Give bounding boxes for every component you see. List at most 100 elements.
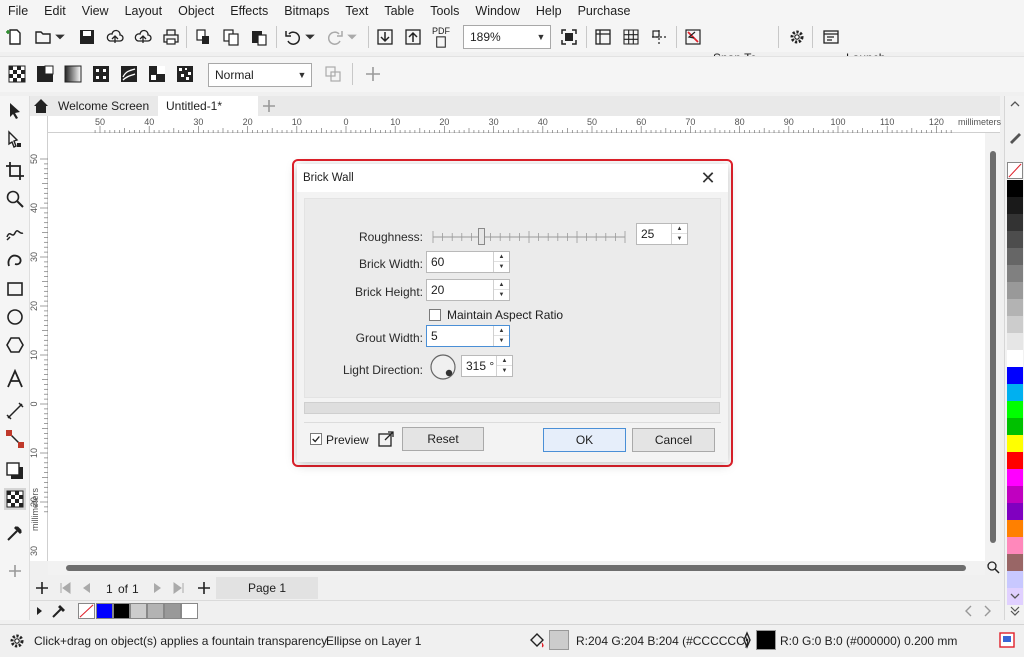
save-icon[interactable]	[76, 26, 98, 48]
add-tool-plus-icon[interactable]	[4, 560, 26, 582]
connector-tool-icon[interactable]	[4, 428, 26, 450]
maintain-aspect-ratio-checkbox[interactable]	[429, 309, 441, 321]
roughness-slider-thumb[interactable]	[477, 228, 485, 245]
maintain-aspect-ratio-label[interactable]: Maintain Aspect Ratio	[447, 308, 563, 322]
palette-scroll-up-icon[interactable]	[1009, 98, 1021, 110]
palette-swatch[interactable]	[1007, 401, 1023, 418]
cloud-share-icon[interactable]	[132, 26, 154, 48]
first-page-icon[interactable]	[58, 581, 72, 595]
fill-color-swatch[interactable]	[549, 630, 569, 650]
palette-options-icon[interactable]	[1007, 126, 1023, 144]
options-gear-icon[interactable]	[786, 26, 808, 48]
copy-icon[interactable]	[220, 26, 242, 48]
texture-transparency-icon[interactable]	[174, 63, 196, 85]
import-icon[interactable]	[374, 26, 396, 48]
cut-icon[interactable]	[192, 26, 214, 48]
menu-file[interactable]: File	[0, 0, 36, 22]
palette-scroll-right-icon[interactable]	[980, 604, 994, 618]
print-icon[interactable]	[160, 26, 182, 48]
light-direction-up-icon[interactable]: ▲	[497, 356, 512, 366]
horizontal-ruler[interactable]: 50 40 30 20 10 0 10 20 30 40 50 60 70 80 90 100 110 120 m…	[48, 116, 1001, 133]
transparency-none-icon[interactable]	[6, 63, 28, 85]
shape-tool-icon[interactable]	[4, 128, 26, 150]
paste-icon[interactable]	[248, 26, 270, 48]
document-palette-swatch[interactable]	[96, 603, 113, 619]
palette-swatch[interactable]	[1007, 367, 1023, 384]
menu-tools[interactable]: Tools	[422, 0, 467, 22]
chevron-down-icon[interactable]: ▼	[293, 64, 311, 86]
redo-icon[interactable]	[324, 26, 346, 48]
home-icon[interactable]	[32, 97, 50, 115]
launch-app-icon[interactable]	[820, 26, 842, 48]
tab-untitled-1[interactable]: Untitled-1*	[158, 96, 258, 116]
zoom-level-combo[interactable]: 189% ▼	[463, 25, 551, 49]
new-tab-plus-icon[interactable]	[260, 97, 278, 115]
ellipse-tool-icon[interactable]	[4, 306, 26, 328]
fountain-transparency-icon[interactable]	[62, 63, 84, 85]
next-page-icon[interactable]	[150, 581, 164, 595]
vector-pattern-transparency-icon[interactable]	[90, 63, 112, 85]
undo-icon[interactable]	[282, 26, 304, 48]
rectangle-tool-icon[interactable]	[4, 278, 26, 300]
palette-swatch[interactable]	[1007, 350, 1023, 367]
roughness-up-icon[interactable]: ▲	[672, 224, 687, 234]
artistic-media-tool-icon[interactable]	[4, 250, 26, 272]
preview-checkbox[interactable]	[310, 433, 322, 445]
palette-swatch[interactable]	[1007, 503, 1023, 520]
close-icon[interactable]: ✕	[698, 168, 718, 188]
palette-swatch[interactable]	[1007, 282, 1023, 299]
document-palette-swatch[interactable]	[164, 603, 181, 619]
palette-swatch[interactable]	[1007, 554, 1023, 571]
palette-swatch[interactable]	[1007, 469, 1023, 486]
palette-swatch[interactable]	[1007, 452, 1023, 469]
cancel-button[interactable]: Cancel	[632, 428, 715, 452]
zoom-navigator-icon[interactable]	[986, 560, 1000, 574]
tab-welcome-screen[interactable]: Welcome Screen	[50, 96, 160, 116]
palette-scroll-down-icon[interactable]	[1009, 590, 1021, 602]
new-document-icon[interactable]	[4, 26, 26, 48]
merge-mode-combo[interactable]: Normal ▼	[208, 63, 312, 87]
brick-height-spinbox[interactable]: 20 ▲ ▼	[426, 279, 510, 301]
roughness-slider[interactable]	[431, 225, 627, 249]
outline-pen-icon[interactable]	[738, 631, 756, 649]
palette-swatch[interactable]	[1007, 316, 1023, 333]
light-direction-dial[interactable]	[429, 353, 457, 381]
status-settings-gear-icon[interactable]	[8, 632, 26, 650]
grout-width-down-icon[interactable]: ▼	[494, 336, 509, 346]
palette-swatch[interactable]	[1007, 214, 1023, 231]
eyedropper-tool-icon[interactable]	[4, 522, 26, 544]
palette-swatch[interactable]	[1007, 435, 1023, 452]
color-eyedropper-icon[interactable]	[50, 602, 68, 620]
chevron-down-icon[interactable]: ▼	[532, 26, 550, 48]
add-page-after-icon[interactable]	[196, 580, 212, 596]
page-tab-page-1[interactable]: Page 1	[216, 577, 318, 599]
dialog-titlebar[interactable]: Brick Wall ✕	[297, 164, 728, 192]
parallel-dimension-tool-icon[interactable]	[4, 400, 26, 422]
palette-swatch[interactable]	[1007, 486, 1023, 503]
zoom-tool-icon[interactable]	[4, 188, 26, 210]
open-folder-icon[interactable]	[32, 26, 54, 48]
export-icon[interactable]	[402, 26, 424, 48]
light-direction-spinbox[interactable]: 315 ° ▲ ▼	[461, 355, 513, 377]
brick-height-up-icon[interactable]: ▲	[494, 280, 509, 290]
preview-label[interactable]: Preview	[326, 433, 369, 447]
menu-effects[interactable]: Effects	[222, 0, 276, 22]
palette-swatch[interactable]	[1007, 571, 1023, 588]
pick-tool-icon[interactable]	[4, 100, 26, 122]
outline-color-swatch[interactable]	[756, 630, 776, 650]
cloud-upload-icon[interactable]	[104, 26, 126, 48]
last-page-icon[interactable]	[172, 581, 186, 595]
roughness-down-icon[interactable]: ▼	[672, 234, 687, 244]
undo-dropdown-icon[interactable]	[304, 26, 316, 48]
horizontal-scrollbar[interactable]	[48, 561, 985, 575]
ok-button[interactable]: OK	[543, 428, 626, 452]
palette-scroll-left-icon[interactable]	[962, 604, 976, 618]
palette-expand-arrows-icon[interactable]	[1009, 604, 1021, 616]
show-rulers-icon[interactable]	[592, 26, 614, 48]
document-palette-swatch[interactable]	[113, 603, 130, 619]
brick-width-down-icon[interactable]: ▼	[494, 262, 509, 272]
show-grid-icon[interactable]	[620, 26, 642, 48]
palette-swatch[interactable]	[1007, 299, 1023, 316]
crop-tool-icon[interactable]	[4, 160, 26, 182]
palette-swatch[interactable]	[1007, 248, 1023, 265]
